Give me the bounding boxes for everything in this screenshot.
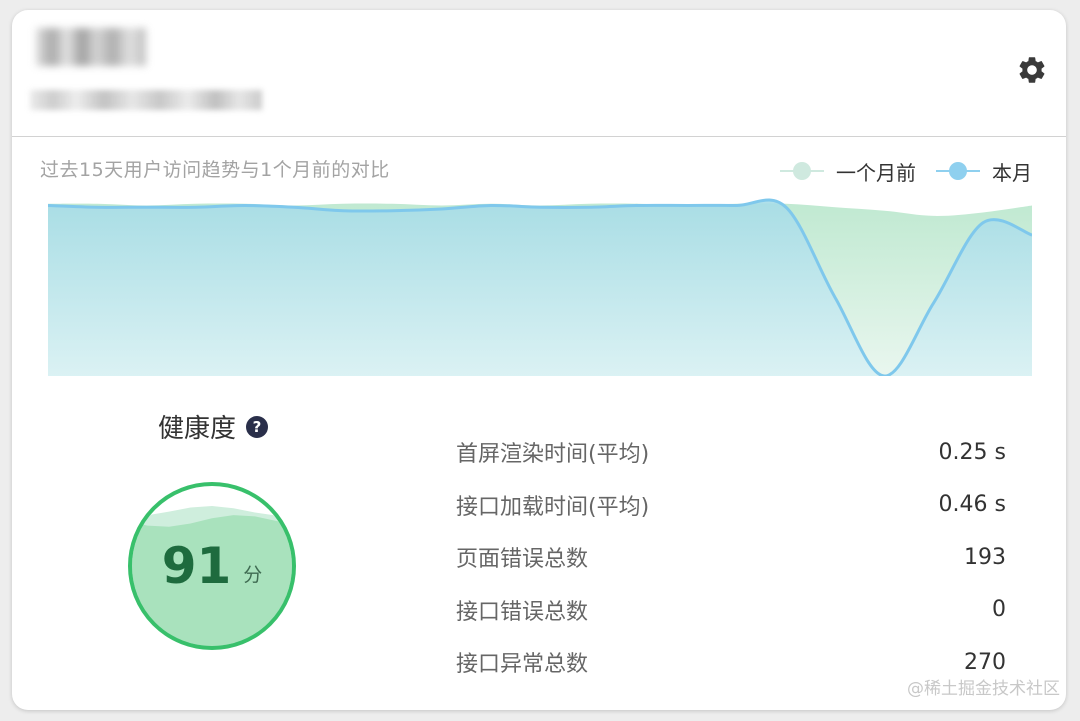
legend-marker-prev-icon [780, 162, 824, 180]
metric-value: 0.46 s [938, 492, 1006, 518]
card-header [12, 10, 1066, 137]
health-score-unit: 分 [243, 563, 263, 586]
legend-item-prev-month[interactable]: 一个月前 [780, 158, 916, 185]
metric-name: 首屏渲染时间(平均) [456, 442, 650, 468]
legend-marker-current-icon [936, 162, 980, 180]
trend-title: 过去15天用户访问趋势与1个月前的对比 [40, 159, 390, 181]
metric-value: 193 [964, 544, 1006, 570]
watermark-text: @稀土掘金技术社区 [907, 679, 1060, 699]
trend-area-chart [48, 198, 1032, 376]
metric-name: 页面错误总数 [456, 547, 589, 573]
metric-value: 0.25 s [938, 439, 1006, 465]
metric-value: 0 [992, 597, 1006, 623]
legend-label-current: 本月 [992, 160, 1032, 185]
health-label-text: 健康度 [158, 414, 237, 444]
health-label: 健康度 ? [158, 408, 269, 445]
metric-row: 接口错误总数 0 [456, 584, 1006, 637]
metrics-list: 首屏渲染时间(平均) 0.25 s 接口加载时间(平均) 0.46 s 页面错误… [456, 426, 1006, 689]
metric-row: 页面错误总数 193 [456, 531, 1006, 584]
health-score: 91 分 [126, 480, 298, 652]
metric-value: 270 [964, 649, 1006, 675]
metric-name: 接口错误总数 [456, 599, 589, 625]
legend-item-current-month[interactable]: 本月 [936, 158, 1032, 185]
gear-icon[interactable] [1016, 54, 1048, 86]
health-score-value: 91 [161, 537, 232, 595]
metric-name: 接口加载时间(平均) [456, 494, 650, 520]
metric-row: 接口加载时间(平均) 0.46 s [456, 479, 1006, 532]
metric-row: 首屏渲染时间(平均) 0.25 s [456, 426, 1006, 479]
project-url-redacted [30, 90, 262, 110]
metric-name: 接口异常总数 [456, 652, 589, 678]
question-circle-icon[interactable]: ? [246, 415, 269, 438]
dashboard-card: 过去15天用户访问趋势与1个月前的对比 一个月前 本月 健康度 ? 91 分 首… [12, 10, 1066, 710]
legend-label-prev: 一个月前 [836, 160, 916, 185]
project-title-redacted [36, 28, 146, 66]
